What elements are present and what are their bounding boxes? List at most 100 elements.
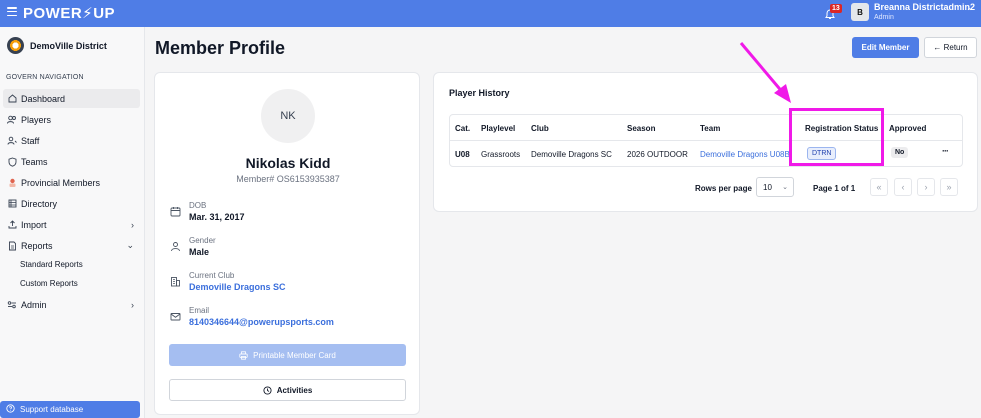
column-header-team: Team (700, 124, 721, 133)
chevron-down-icon: ⌄ (782, 184, 788, 191)
member-name: Nikolas Kidd (245, 155, 331, 171)
provincial-icon (7, 178, 17, 188)
user-name[interactable]: Breanna Districtadmin2 (874, 2, 975, 12)
help-circle-icon (6, 404, 15, 415)
sidebar-item-provincial-members[interactable]: Provincial Members (3, 173, 140, 192)
player-history-title: Player History (449, 88, 510, 98)
hamburger-menu-icon[interactable] (7, 7, 17, 16)
top-bar: POWER⚡UP 13 B Breanna Districtadmin2 Adm… (0, 0, 981, 27)
edit-member-button[interactable]: Edit Member (852, 37, 919, 58)
user-menu-chevron-icon[interactable]: ⌃ (966, 7, 973, 16)
support-database-button[interactable]: Support database (0, 401, 140, 418)
sidebar-item-label: Provincial Members (21, 177, 101, 188)
chevron-right-icon: › (131, 219, 134, 230)
district-selector[interactable]: DemoVille District (7, 37, 107, 54)
cell-club: Demoville Dragons SC (531, 150, 612, 159)
email-link[interactable]: 8140346644@powerupsports.com (189, 317, 334, 327)
approved-badge: No (891, 147, 909, 158)
column-header-season: Season (627, 124, 656, 133)
sidebar: DemoVille District GOVERN NAVIGATION Das… (0, 27, 145, 418)
upload-icon (7, 220, 17, 230)
nav-section-title: GOVERN NAVIGATION (6, 74, 84, 81)
next-page-button[interactable]: › (917, 178, 935, 196)
gender-value: Male (189, 247, 210, 257)
sidebar-item-reports[interactable]: Reports ⌄ (3, 236, 140, 255)
users-icon (7, 115, 17, 125)
cell-season: 2026 OUTDOOR (627, 150, 688, 159)
table-divider (450, 140, 962, 141)
notification-count-badge: 13 (830, 4, 842, 13)
sidebar-subitem-custom-reports[interactable]: Custom Reports (20, 279, 78, 288)
page-indicator: Page 1 of 1 (813, 184, 856, 193)
sidebar-item-staff[interactable]: Staff (3, 131, 140, 150)
printer-icon (239, 350, 248, 360)
sidebar-subitem-standard-reports[interactable]: Standard Reports (20, 260, 83, 269)
app-logo[interactable]: POWER⚡UP (23, 4, 115, 22)
notifications-bell-icon[interactable]: 13 (823, 4, 842, 22)
row-actions-menu-icon[interactable]: ··· (942, 146, 949, 156)
current-club-link[interactable]: Demoville Dragons SC (189, 282, 286, 292)
rows-per-page-value: 10 (763, 182, 772, 192)
user-role: Admin (874, 14, 894, 21)
dob-value: Mar. 31, 2017 (189, 212, 245, 222)
activities-label: Activities (276, 385, 313, 395)
sidebar-item-players[interactable]: Players (3, 110, 140, 129)
staff-icon (7, 136, 17, 146)
sidebar-item-dashboard[interactable]: Dashboard (3, 89, 140, 108)
printable-member-card-button[interactable]: Printable Member Card (169, 344, 406, 366)
sidebar-item-label: Import (21, 219, 47, 230)
sidebar-item-label: Staff (21, 135, 40, 146)
home-icon (7, 94, 17, 104)
avatar: NK (261, 89, 315, 143)
gender-label: Gender (189, 236, 216, 245)
member-profile-card: NK Nikolas Kidd Member# OS6153935387 DOB… (154, 72, 420, 415)
dob-label: DOB (189, 201, 207, 210)
return-button[interactable]: ← Return (924, 37, 977, 58)
sidebar-item-admin[interactable]: Admin › (3, 295, 140, 314)
sidebar-item-import[interactable]: Import › (3, 215, 140, 234)
column-header-club: Club (531, 124, 549, 133)
previous-page-button[interactable]: ‹ (894, 178, 912, 196)
column-header-registration-status: Registration Status (805, 124, 879, 133)
report-icon (7, 241, 17, 251)
directory-icon (7, 199, 17, 209)
activities-button[interactable]: Activities (169, 379, 406, 401)
column-header-approved: Approved (889, 124, 927, 133)
printable-member-card-label: Printable Member Card (253, 350, 336, 360)
sidebar-item-label: Admin (21, 299, 47, 310)
shield-icon (7, 157, 17, 167)
sidebar-item-teams[interactable]: Teams (3, 152, 140, 171)
column-header-cat: Cat. (455, 124, 471, 133)
sidebar-item-label: Dashboard (21, 93, 66, 104)
district-logo-icon (7, 37, 24, 54)
column-header-playlevel: Playlevel (481, 124, 516, 133)
chevron-right-icon: › (131, 299, 134, 310)
page-title: Member Profile (155, 38, 286, 58)
settings-icon (7, 300, 17, 310)
sidebar-item-label: Players (21, 114, 52, 125)
district-name: DemoVille District (30, 40, 107, 51)
last-page-button[interactable]: » (940, 178, 958, 196)
email-label: Email (189, 306, 210, 315)
sidebar-item-label: Teams (21, 156, 48, 167)
sidebar-item-label: Directory (21, 198, 58, 209)
player-history-table: Cat. Playlevel Club Season Team Registra… (449, 114, 963, 167)
cell-playlevel: Grassroots (481, 150, 521, 159)
calendar-icon (170, 206, 182, 218)
rows-per-page-select[interactable]: 10 ⌄ (756, 177, 794, 197)
chevron-down-icon: ⌄ (126, 240, 134, 250)
clock-icon (263, 385, 272, 395)
sidebar-item-directory[interactable]: Directory (3, 194, 140, 213)
first-page-button[interactable]: « (870, 178, 888, 196)
sidebar-item-label: Reports (21, 240, 53, 251)
building-icon (170, 276, 182, 288)
user-avatar[interactable]: B (851, 3, 869, 21)
current-club-label: Current Club (189, 271, 235, 280)
registration-status-badge: DTRN (807, 147, 837, 160)
mail-icon (170, 311, 182, 323)
player-history-card: Player History Cat. Playlevel Club Seaso… (433, 72, 978, 212)
support-label: Support database (20, 405, 84, 414)
cell-team-link[interactable]: Demoville Dragons U08B (700, 150, 790, 159)
person-icon (170, 241, 182, 253)
member-number: Member# OS6153935387 (236, 174, 340, 184)
